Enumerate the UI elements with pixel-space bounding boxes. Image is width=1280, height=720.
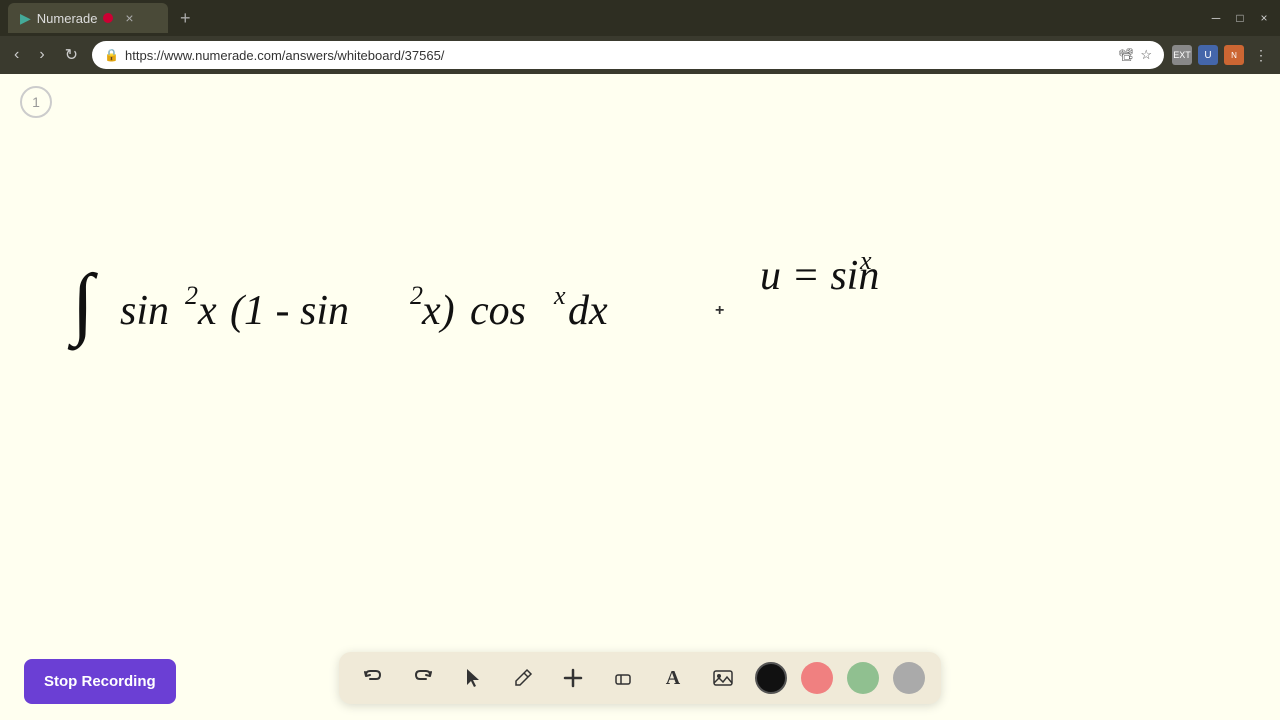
browser-icon[interactable]: N bbox=[1224, 45, 1244, 65]
title-bar: ▶ Numerade × + ─ □ × bbox=[0, 0, 1280, 36]
recording-dot bbox=[103, 13, 113, 23]
browser-tab[interactable]: ▶ Numerade × bbox=[8, 3, 168, 33]
maximize-button[interactable]: □ bbox=[1232, 10, 1248, 26]
tab-favicon: ▶ bbox=[20, 10, 31, 27]
select-tool-button[interactable] bbox=[455, 660, 491, 696]
address-bar[interactable]: 🔒 https://www.numerade.com/answers/white… bbox=[92, 41, 1164, 69]
url-text: https://www.numerade.com/answers/whitebo… bbox=[125, 48, 1112, 63]
whiteboard-canvas[interactable]: 1 ∫ sin 2 x (1 - sin 2 x) cos x dx u = s… bbox=[0, 74, 1280, 720]
svg-text:2: 2 bbox=[185, 281, 198, 310]
user-icon[interactable]: U bbox=[1198, 45, 1218, 65]
color-pink[interactable] bbox=[801, 662, 833, 694]
tab-title: Numerade bbox=[37, 11, 98, 26]
address-icons: 📽 ☆ bbox=[1118, 47, 1152, 63]
text-tool-button[interactable]: A bbox=[655, 660, 691, 696]
svg-text:(1 - sin: (1 - sin bbox=[230, 288, 349, 334]
eraser-tool-button[interactable] bbox=[605, 660, 641, 696]
pencil-tool-button[interactable] bbox=[505, 660, 541, 696]
color-black[interactable] bbox=[755, 662, 787, 694]
new-tab-button[interactable]: + bbox=[180, 8, 191, 29]
svg-text:cos: cos bbox=[470, 288, 526, 334]
svg-text:∫: ∫ bbox=[67, 259, 99, 351]
redo-button[interactable] bbox=[405, 660, 441, 696]
screencast-icon[interactable]: 📽 bbox=[1118, 47, 1135, 63]
refresh-button[interactable]: ↻ bbox=[59, 43, 84, 67]
svg-text:x): x) bbox=[421, 288, 455, 334]
back-button[interactable]: ‹ bbox=[8, 44, 25, 66]
forward-button[interactable]: › bbox=[33, 44, 50, 66]
extensions-icon[interactable]: EXT bbox=[1172, 45, 1192, 65]
svg-text:x: x bbox=[553, 281, 566, 310]
color-green[interactable] bbox=[847, 662, 879, 694]
lock-icon: 🔒 bbox=[104, 48, 119, 62]
whiteboard-svg: ∫ sin 2 x (1 - sin 2 x) cos x dx u = sin… bbox=[0, 74, 1280, 720]
more-menu-button[interactable]: ⋮ bbox=[1250, 45, 1272, 66]
close-button[interactable]: × bbox=[1256, 10, 1272, 26]
svg-text:dx: dx bbox=[568, 288, 608, 334]
bookmark-icon[interactable]: ☆ bbox=[1140, 47, 1152, 63]
tab-close-button[interactable]: × bbox=[121, 10, 137, 26]
color-gray[interactable] bbox=[893, 662, 925, 694]
undo-button[interactable] bbox=[355, 660, 391, 696]
svg-text:x: x bbox=[197, 288, 217, 334]
svg-text:sin: sin bbox=[120, 288, 169, 334]
navigation-bar: ‹ › ↻ 🔒 https://www.numerade.com/answers… bbox=[0, 36, 1280, 74]
nav-right-buttons: EXT U N ⋮ bbox=[1172, 45, 1272, 66]
add-shape-button[interactable] bbox=[555, 660, 591, 696]
minimize-button[interactable]: ─ bbox=[1208, 10, 1224, 26]
image-insert-button[interactable] bbox=[705, 660, 741, 696]
window-controls: ─ □ × bbox=[1208, 10, 1272, 26]
svg-text:x: x bbox=[859, 246, 872, 275]
drawing-toolbar: A bbox=[339, 652, 941, 704]
stop-recording-button[interactable]: Stop Recording bbox=[24, 659, 176, 704]
